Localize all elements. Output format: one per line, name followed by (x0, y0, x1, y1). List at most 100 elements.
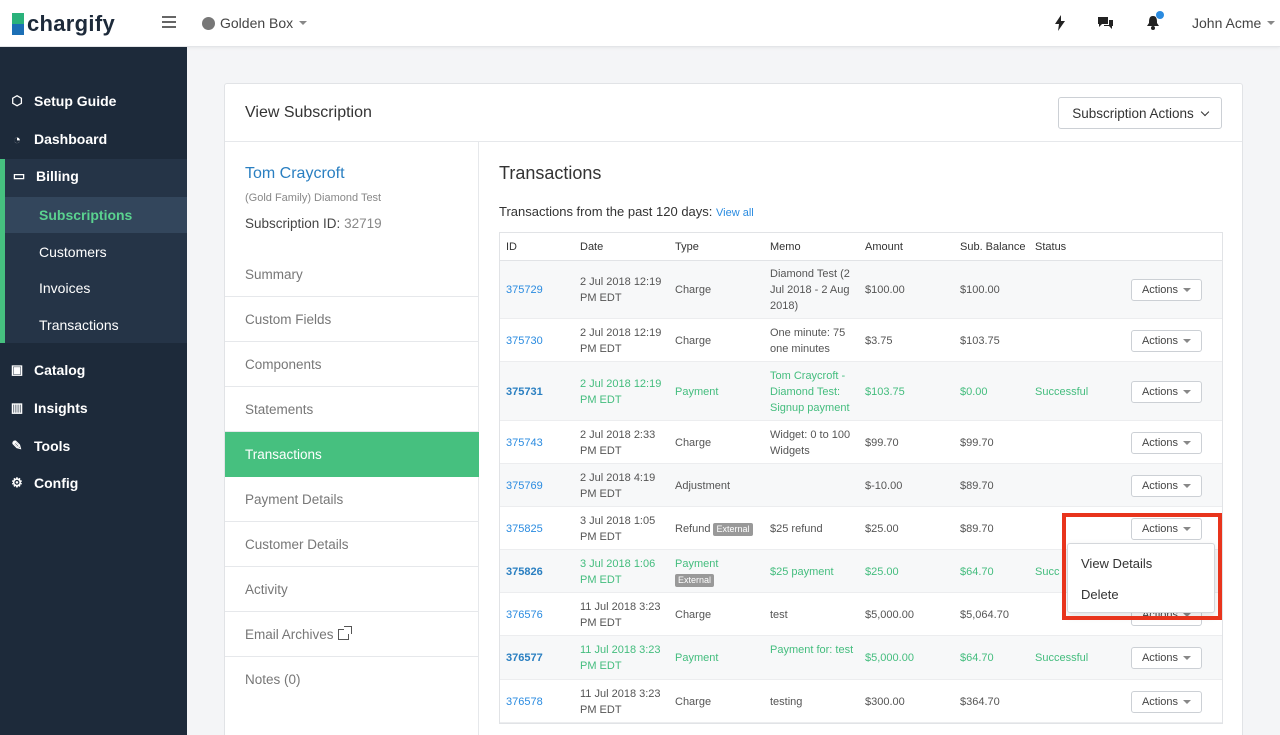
table-row: 375769 2 Jul 2018 4:19 PM EDT $-10.00 $89.7… (500, 464, 1222, 507)
row-actions-button[interactable]: Actions (1131, 432, 1202, 454)
transaction-id-link[interactable]: 376578 (506, 694, 576, 710)
column-header-sub-balance[interactable]: Sub. Balance (960, 241, 1025, 253)
briefcase-icon: ▣ (10, 362, 24, 377)
sidebar-subitem-customers[interactable]: Customers (5, 234, 187, 270)
transaction-memo: test (770, 609, 788, 621)
transaction-type-label: Charge (675, 335, 712, 347)
row-actions-button[interactable]: Actions (1131, 330, 1202, 352)
sidebar-subitem-label: Invoices (39, 280, 91, 296)
transaction-balance: $64.70 (960, 566, 994, 578)
column-header-memo[interactable]: Memo (770, 241, 801, 253)
sidebar-subitem-subscriptions[interactable]: Subscriptions (5, 197, 187, 233)
tab-notes[interactable]: Notes (0) (225, 657, 479, 702)
subscription-actions-button[interactable]: Subscription Actions (1058, 97, 1222, 129)
subscription-id-label: Subscription ID: (245, 216, 341, 231)
transaction-type-label: Adjustment (675, 480, 731, 492)
transaction-id-link[interactable]: 375769 (506, 478, 576, 494)
tab-activity[interactable]: Activity (225, 567, 479, 612)
sidebar-subitem-invoices[interactable]: Invoices (5, 270, 187, 306)
column-header-date[interactable]: Date (580, 241, 603, 253)
tab-email-archives[interactable]: Email Archives (225, 612, 479, 657)
sidebar-item-label: Setup Guide (34, 93, 117, 109)
sidebar-item-dashboard[interactable]: ◔ Dashboard (0, 131, 187, 147)
transaction-amount: $300.00 (865, 696, 905, 708)
sidebar-item-tools[interactable]: ✎ Tools (0, 438, 187, 454)
transaction-id-link[interactable]: 375730 (506, 333, 576, 349)
chat-icon[interactable] (1096, 14, 1114, 32)
sidebar-item-config[interactable]: ⚙ Config (0, 475, 187, 491)
transaction-date: 3 Jul 2018 1:06 PM EDT (580, 558, 656, 586)
site-name: Golden Box (220, 15, 294, 31)
transaction-type-label: Charge (675, 609, 712, 621)
transaction-type: Payment (675, 650, 765, 666)
transaction-memo: testing (770, 696, 803, 708)
transaction-type-label: Refund (675, 523, 711, 535)
row-actions-button[interactable]: Actions (1131, 691, 1202, 713)
sidebar-item-catalog[interactable]: ▣ Catalog (0, 362, 187, 378)
site-switcher[interactable]: Golden Box (202, 15, 308, 31)
row-actions-button[interactable]: Actions (1131, 475, 1202, 497)
card-header: View Subscription Subscription Actions (225, 84, 1242, 142)
column-header-id[interactable]: ID (506, 241, 517, 253)
tab-customer-details[interactable]: Customer Details (225, 522, 479, 567)
transactions-table: ID Date Type Memo Amount Sub. Balance St… (499, 232, 1223, 724)
transaction-amount: $-10.00 (865, 480, 903, 492)
caret-down-icon (1183, 288, 1192, 292)
row-actions-button[interactable]: Actions (1131, 381, 1202, 403)
chargify-logo[interactable]: chargify (12, 11, 115, 37)
transaction-status: Successful (1035, 652, 1089, 664)
row-actions-label: Actions (1141, 386, 1179, 398)
transaction-id-link[interactable]: 375743 (506, 435, 576, 451)
transaction-id-link[interactable]: 375731 (506, 384, 576, 400)
external-badge: External (675, 574, 715, 587)
tab-payment-details[interactable]: Payment Details (225, 477, 479, 522)
view-all-link[interactable]: View all (716, 207, 754, 219)
tab-statements[interactable]: Statements (225, 387, 479, 432)
brand-name: chargify (27, 11, 115, 36)
subscription-id-value: 32719 (344, 216, 382, 231)
customer-name-link[interactable]: Tom Craycroft (245, 165, 345, 183)
transaction-id-link[interactable]: 375825 (506, 521, 576, 537)
caret-down-icon (1183, 656, 1192, 660)
transaction-id-link[interactable]: 376576 (506, 607, 576, 623)
transaction-balance: $100.00 (960, 284, 1000, 296)
row-actions-button[interactable]: Actions (1131, 279, 1202, 301)
transaction-balance: $0.00 (960, 386, 988, 398)
sidebar-item-setup-guide[interactable]: ⬡ Setup Guide (0, 93, 187, 109)
tab-components[interactable]: Components (225, 342, 479, 387)
column-header-type[interactable]: Type (675, 241, 699, 253)
user-menu[interactable]: John Acme (1192, 15, 1276, 31)
sidebar-item-insights[interactable]: ▥ Insights (0, 400, 187, 416)
tab-custom-fields[interactable]: Custom Fields (225, 297, 479, 342)
sidebar-item-billing[interactable]: ▭ Billing (0, 168, 187, 184)
transaction-amount: $5,000.00 (865, 652, 914, 664)
subscription-card: View Subscription Subscription Actions T… (224, 83, 1243, 735)
sidebar-subitem-transactions[interactable]: Transactions (5, 307, 187, 343)
transaction-id-link[interactable]: 376577 (506, 650, 576, 666)
transaction-amount: $25.00 (865, 523, 899, 535)
tab-transactions[interactable]: Transactions (225, 432, 479, 477)
caret-down-icon (299, 21, 308, 25)
tab-label: Email Archives (245, 626, 334, 642)
row-actions-label: Actions (1141, 480, 1179, 492)
tab-summary[interactable]: Summary (225, 252, 479, 297)
table-row: 375743 2 Jul 2018 2:33 PM EDT Widget: 0 to… (500, 421, 1222, 464)
transaction-type: Charge (675, 333, 765, 349)
hamburger-menu-icon[interactable] (162, 16, 176, 28)
column-header-amount[interactable]: Amount (865, 241, 903, 253)
caret-down-icon (1183, 339, 1192, 343)
lightning-icon[interactable] (1051, 14, 1069, 32)
bell-icon[interactable] (1144, 11, 1164, 32)
caret-down-icon (1183, 700, 1192, 704)
tab-label: Transactions (245, 446, 322, 462)
user-name: John Acme (1192, 15, 1262, 31)
sidebar: ⬡ Setup Guide ◔ Dashboard ▭ Billing Subs… (0, 47, 187, 735)
column-header-status[interactable]: Status (1035, 241, 1066, 253)
transaction-id-link[interactable]: 375826 (506, 564, 576, 580)
sidebar-item-label: Catalog (34, 362, 86, 378)
sidebar-item-label: Insights (34, 400, 88, 416)
transaction-type-label: Charge (675, 284, 712, 296)
row-actions-button[interactable]: Actions (1131, 647, 1202, 669)
transaction-id-link[interactable]: 375729 (506, 282, 576, 298)
transaction-memo: Payment for: test (770, 644, 854, 656)
